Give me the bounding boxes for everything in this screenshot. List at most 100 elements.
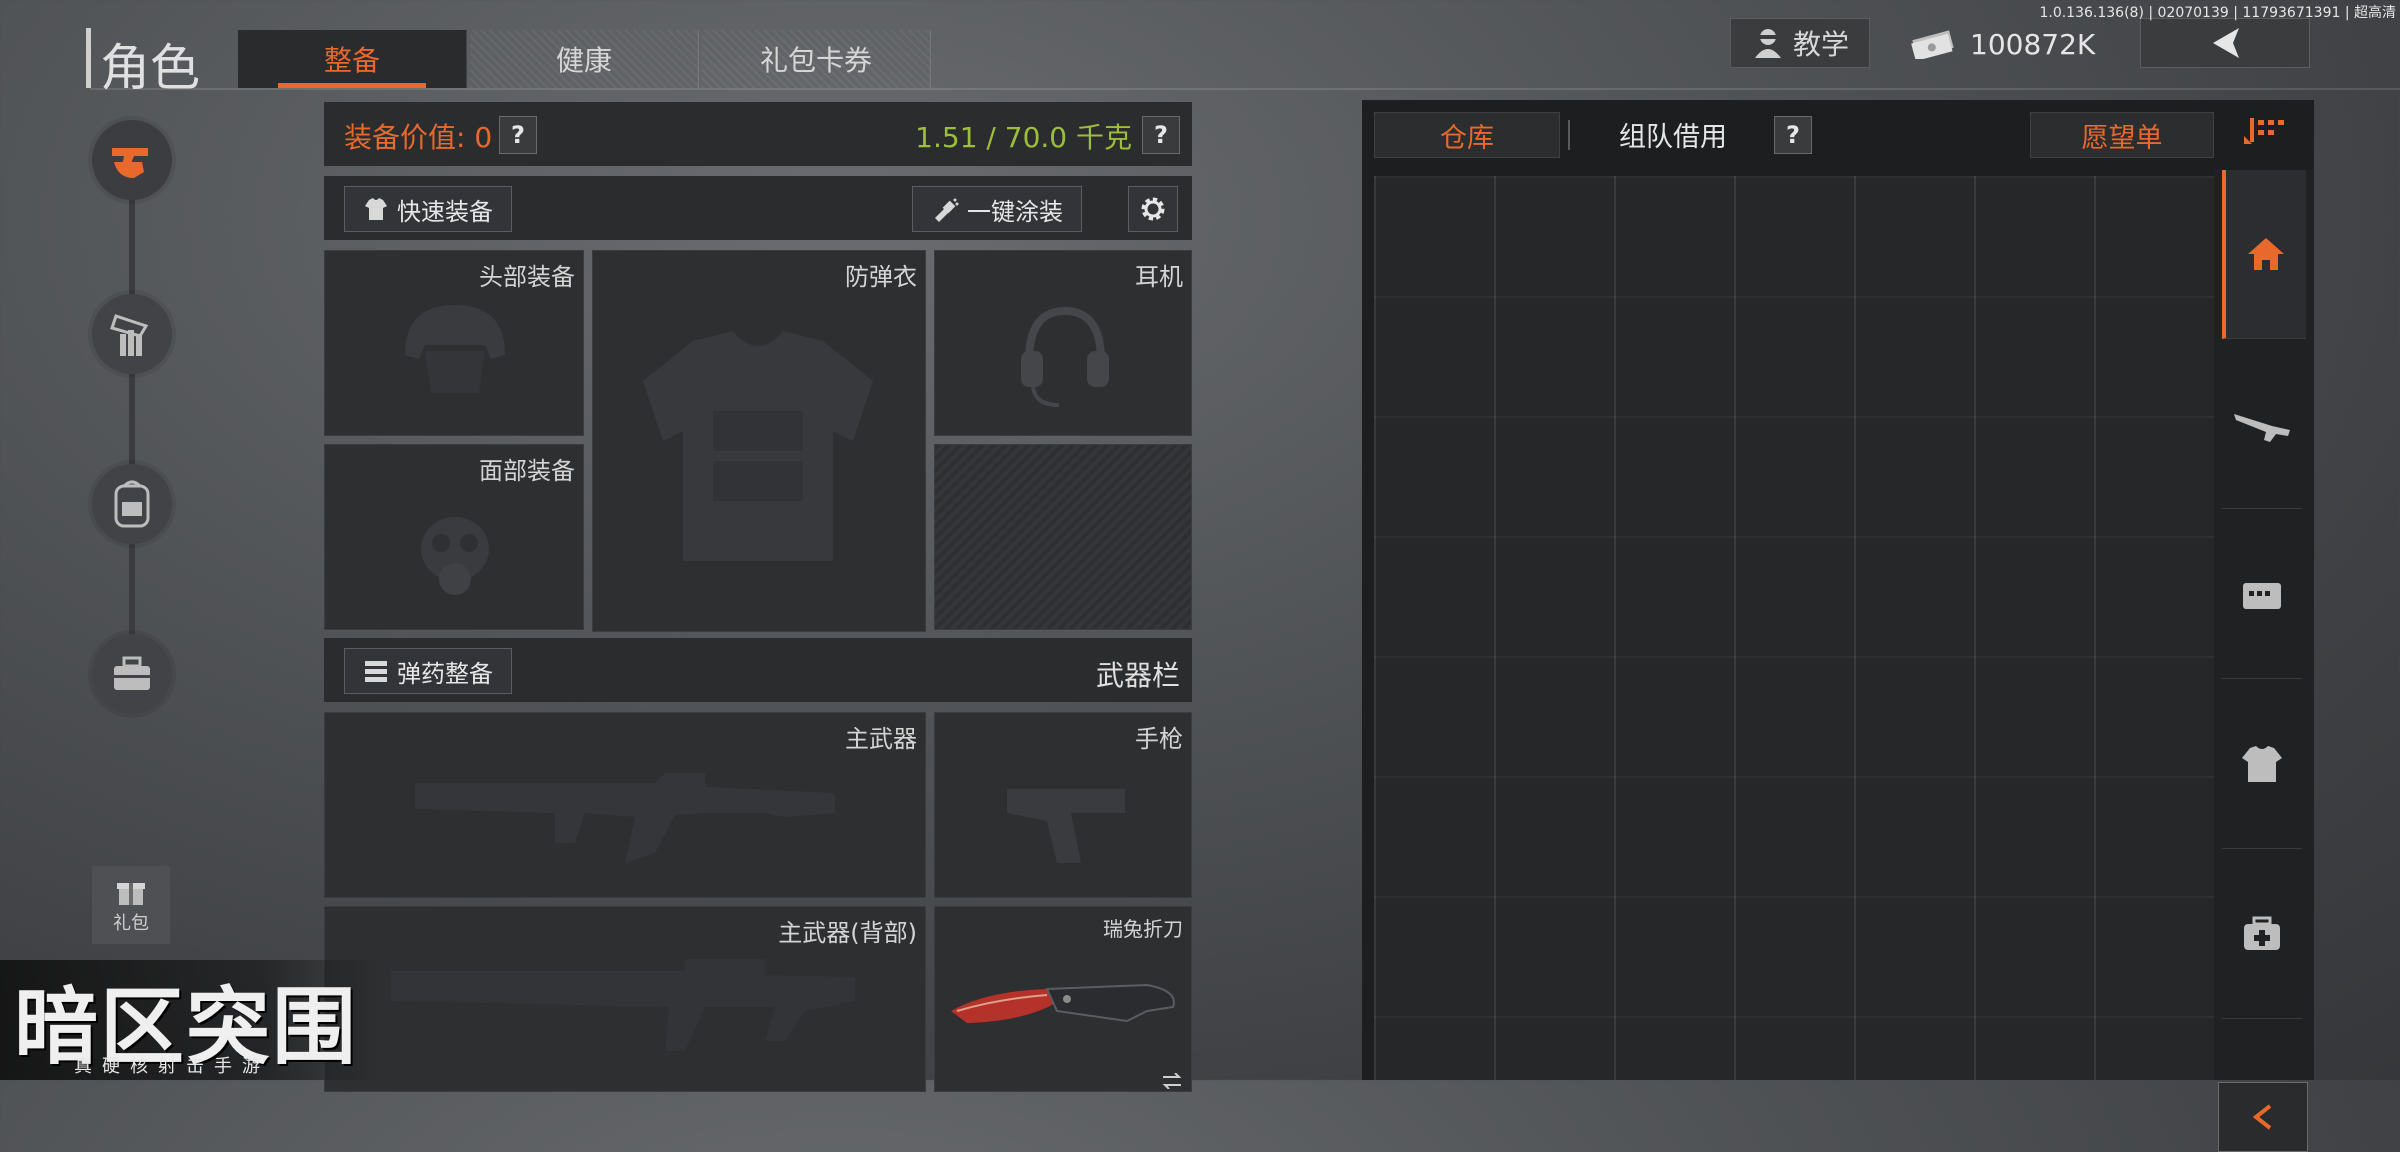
weapon-bar: 弹药整备 武器栏 [324,638,1192,702]
slot-label: 瑞兔折刀 [1103,917,1183,941]
slot-label: 手枪 [1135,725,1183,753]
gift-button[interactable]: 礼包 [92,866,170,944]
slot-head-gear[interactable]: 头部装备 [324,250,584,436]
equipment-value-help-button[interactable]: ? [499,116,537,154]
slot-label: 主武器(背部) [778,919,917,947]
weight-display: 1.51 / 70.0 千克 [915,121,1132,154]
ammo-icon [110,314,149,356]
gift-label: 礼包 [113,913,149,934]
pistol-icon [1007,789,1125,863]
gift-icon [117,883,145,905]
equipment-value: 装备价值: 0 [344,116,492,156]
slot-primary-weapon[interactable]: 主武器 [324,712,926,898]
slot-label: 头部装备 [479,263,575,291]
currency-display: 100872K [1910,22,2095,66]
quick-equip-button[interactable]: 快速装备 [344,186,512,232]
slot-label: 主武器 [845,725,917,753]
gas-mask-icon [421,517,489,595]
tab-label: 健康 [555,44,612,77]
body-armor-icon [643,331,873,561]
tab-divider [1568,120,1570,150]
weapon-bar-label: 武器栏 [1095,659,1180,692]
folding-knife-icon [951,983,1175,1023]
slot-melee[interactable]: 瑞兔折刀 [934,906,1192,1092]
slot-label: 防弹衣 [845,263,917,291]
title-accent-bar [86,28,91,88]
slot-label: 耳机 [1135,263,1183,291]
sort-filter-icon[interactable] [2242,116,2288,146]
equipment-value-amount: 0 [474,121,493,154]
tab-gift-vouchers[interactable]: 礼包卡券 [702,30,931,88]
medkit-icon [2244,916,2280,950]
ammo-box-icon [2243,583,2281,609]
category-weapons[interactable] [2222,340,2302,509]
version-text: 1.0.136.136(8) | 02070139 | 11793671391 … [2039,5,2396,21]
toolbox-icon [114,656,150,690]
gun-hand-icon [112,148,148,178]
assault-rifle-icon [415,773,835,863]
page-title: 角色 [100,39,200,97]
rifle-icon [391,959,855,1051]
slot-primary-weapon-back[interactable]: 主武器(背部) [324,906,926,1092]
instructor-icon [1754,29,1781,58]
game-logo: 暗区突围 真硬核射击手游 [0,960,380,1080]
backpack-icon [114,480,150,528]
slot-headset[interactable]: 耳机 [934,250,1192,436]
ammo-loadout-button[interactable]: 弹药整备 [344,648,512,694]
category-medical[interactable] [2222,850,2302,1019]
slot-face-gear[interactable]: 面部装备 [324,444,584,630]
wishlist-button[interactable]: 愿望单 [2030,112,2214,158]
ammo-stack-icon [365,661,387,682]
logo-subtitle: 真硬核射击手游 [74,1056,270,1077]
tab-team-borrow[interactable]: 组队借用 [1578,112,1768,156]
shirt-icon [2242,746,2282,782]
slot-body-armor[interactable]: 防弹衣 [592,250,926,632]
tab-label: 仓库 [1440,122,1494,154]
tab-loadout[interactable]: 整备 [238,30,467,88]
slot-pistol[interactable]: 手枪 [934,712,1192,898]
warehouse-grid[interactable] [1374,176,2214,1080]
category-gear[interactable] [2222,680,2302,849]
tab-label: 礼包卡券 [759,44,872,77]
gear-icon [1141,197,1165,221]
chevron-left-icon [2252,1104,2272,1130]
rail-loadout-button[interactable] [92,120,172,200]
tab-health[interactable]: 健康 [470,30,699,88]
helmet-icon [405,305,505,393]
back-button[interactable] [2140,18,2310,68]
settings-button[interactable] [1128,186,1178,232]
spray-paint-icon [935,198,959,222]
ammo-loadout-label: 弹药整备 [397,659,493,688]
tab-warehouse[interactable]: 仓库 [1374,112,1560,158]
rail-backpack-button[interactable] [92,464,172,544]
back-arrow-icon [2213,28,2239,58]
one-click-paint-label: 一键涂装 [967,197,1063,226]
category-ammo[interactable] [2222,510,2302,679]
rifle-icon [2234,414,2290,442]
tutorial-label: 教学 [1792,28,1849,61]
one-click-paint-button[interactable]: 一键涂装 [912,186,1082,232]
rail-ammo-button[interactable] [92,294,172,374]
slot-label: 面部装备 [479,457,575,485]
tab-label: 整备 [323,44,380,77]
equipment-value-bar: 装备价值: 0 ? 1.51 / 70.0 千克 ? [324,102,1192,166]
currency-amount: 100872K [1970,27,2096,61]
rail-connector [129,160,135,680]
tab-label: 组队借用 [1619,121,1727,153]
headset-icon [1021,306,1109,407]
category-all[interactable] [2222,170,2306,339]
quick-action-bar: 快速装备 一键涂装 [324,176,1192,240]
warehouse-category-column [2214,170,2314,1152]
cash-stack-icon [1911,30,1954,59]
collapse-button[interactable] [2218,1082,2308,1152]
team-borrow-help-button[interactable]: ? [1774,116,1812,154]
weight-help-button[interactable]: ? [1142,116,1180,154]
shirt-icon [365,198,387,220]
tutorial-button[interactable]: 教学 [1730,18,1870,68]
swap-icon[interactable] [1161,1073,1183,1089]
quick-equip-label: 快速装备 [397,197,493,226]
equipment-value-label: 装备价值: [344,121,466,154]
rail-toolbox-button[interactable] [92,634,172,714]
slot-locked [934,444,1192,630]
warehouse-panel: 仓库 组队借用 ? 愿望单 [1362,100,2314,1152]
